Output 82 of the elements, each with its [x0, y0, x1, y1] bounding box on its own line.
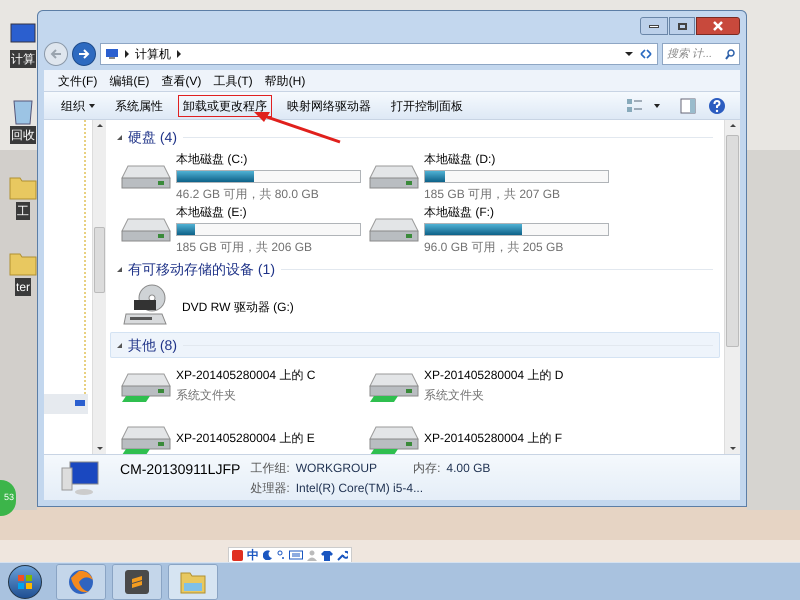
drive-name[interactable]: DVD RW 驱动器 (G:) [182, 298, 294, 316]
drive-name[interactable]: XP-201405280004 上的 D [424, 366, 564, 384]
detail-value: 4.00 GB [446, 460, 490, 476]
command-button[interactable]: 卸载或更改程序 [178, 94, 272, 116]
close-button[interactable] [696, 17, 740, 35]
collapse-icon [117, 342, 122, 348]
drive-name[interactable]: 本地磁盘 (C:) [176, 150, 361, 168]
command-button[interactable]: 打开控制面板 [382, 94, 472, 116]
nav-item[interactable] [44, 394, 88, 414]
scrollbar-thumb[interactable] [94, 227, 105, 293]
drive-name[interactable]: 本地磁盘 (E:) [176, 203, 361, 221]
windows-logo-icon [17, 574, 33, 590]
detail-label: 内存: [413, 460, 440, 476]
forward-arrow-icon [78, 49, 90, 59]
desktop-icon-label: 回收 [10, 126, 36, 144]
collapse-icon [117, 266, 122, 272]
view-options-icon[interactable] [626, 98, 644, 114]
wrench-icon[interactable] [337, 550, 348, 560]
keyboard-icon[interactable] [289, 550, 303, 560]
menu-item[interactable]: 帮助(H) [264, 72, 306, 90]
dropdown-caret-icon[interactable] [625, 52, 633, 56]
drive-info: 185 GB 可用，共 207 GB [424, 186, 562, 203]
drive-info: 185 GB 可用，共 206 GB [176, 239, 314, 256]
command-button[interactable]: 系统属性 [106, 94, 172, 116]
input-method-logo-icon [232, 550, 243, 560]
computer-icon [60, 460, 100, 496]
maximize-button[interactable] [669, 17, 695, 35]
minimize-button[interactable] [640, 17, 668, 35]
forward-button[interactable] [72, 42, 96, 66]
menu-item[interactable]: 编辑(E) [109, 72, 150, 90]
taskbar-button[interactable] [112, 564, 162, 600]
drive-name[interactable]: XP-201405280004 上的 C [176, 366, 316, 384]
dropdown-caret-icon[interactable] [654, 104, 660, 108]
detail-label: 处理器: [250, 480, 290, 496]
drive-name[interactable]: XP-201405280004 上的 E [176, 428, 315, 446]
dropdown-caret-icon [89, 104, 95, 108]
desktop-icon-label: ter [14, 278, 31, 296]
detail-value: Intel(R) Core(TM) i5-4... [296, 480, 424, 496]
browser-icon [67, 568, 95, 596]
command-button[interactable]: 组织 [52, 94, 104, 116]
breadcrumb-separator-icon [177, 50, 181, 58]
computer-icon [105, 48, 119, 60]
input-mode[interactable]: 中 [247, 546, 259, 564]
computer-name: CM-20130911LJFP [120, 460, 240, 479]
breadcrumb-separator-icon [125, 50, 129, 58]
start-button[interactable] [8, 564, 42, 598]
close-icon [713, 21, 723, 31]
menu-item[interactable]: 工具(T) [213, 72, 253, 90]
command-button[interactable]: 映射网络驱动器 [278, 94, 380, 116]
punctuation-icon[interactable] [277, 550, 285, 560]
editor-app-icon [124, 568, 150, 594]
detail-value: WORKGROUP [296, 460, 378, 476]
drive-info: 系统文件夹 [424, 386, 485, 404]
group-header[interactable]: 其他 (8) [110, 332, 720, 358]
drive-name[interactable]: 本地磁盘 (F:) [424, 203, 609, 221]
menu-item[interactable]: 文件(F) [58, 72, 98, 90]
scrollbar[interactable] [724, 120, 740, 454]
help-icon[interactable] [708, 96, 726, 114]
computer-icon [74, 399, 86, 409]
breadcrumb-item[interactable]: 计算机 [135, 45, 171, 63]
group-header[interactable]: 硬盘 (4) [110, 124, 720, 150]
search-icon [725, 48, 735, 60]
drive-name[interactable]: XP-201405280004 上的 F [424, 428, 562, 446]
back-arrow-icon [50, 49, 62, 59]
desktop-icon-label: 工 [16, 202, 30, 220]
moon-icon[interactable] [263, 550, 273, 560]
collapse-icon [117, 134, 122, 140]
shirt-icon[interactable] [321, 550, 333, 560]
search-field[interactable]: 搜索 计... [662, 43, 740, 65]
scrollbar-thumb[interactable] [726, 135, 739, 347]
taskbar-button[interactable] [56, 564, 106, 600]
detail-label: 工作组: [250, 460, 290, 476]
preview-pane-icon[interactable] [680, 98, 696, 114]
scrollbar[interactable] [92, 120, 106, 454]
drive-name[interactable]: 本地磁盘 (D:) [424, 150, 609, 168]
desktop-icon-label: 计算 [10, 50, 36, 68]
drive-info: 96.0 GB 可用，共 205 GB [424, 239, 564, 256]
drive-info: 46.2 GB 可用，共 80.0 GB [176, 186, 320, 203]
address-bar[interactable]: 计算机 [100, 43, 658, 65]
drive-info: 系统文件夹 [176, 386, 237, 404]
group-header[interactable]: 有可移动存储的设备 (1) [110, 256, 720, 282]
menu-item[interactable]: 查看(V) [161, 72, 202, 90]
